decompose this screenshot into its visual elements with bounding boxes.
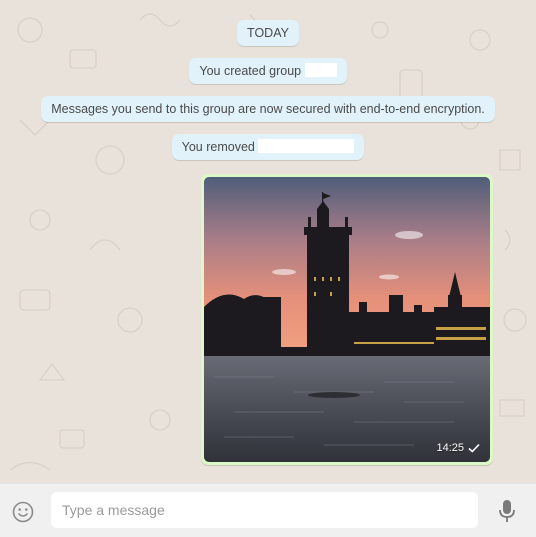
outgoing-image-message[interactable]: 14:25 [201,174,493,465]
created-group-bubble: You created group [189,58,347,84]
chat-panel: TODAY You created group Messages you sen… [0,0,536,483]
removed-text: You removed [181,140,255,154]
date-divider: TODAY [0,20,536,46]
system-message-removed: You removed [0,134,536,160]
message-photo[interactable]: 14:25 [204,177,490,462]
removed-bubble: You removed [171,134,365,160]
encryption-notice[interactable]: Messages you send to this group are now … [41,96,495,122]
message-input[interactable] [51,492,478,528]
system-message-encryption: Messages you send to this group are now … [0,96,536,122]
redacted-group-name [304,63,337,77]
message-time: 14:25 [436,442,464,454]
date-label: TODAY [237,20,299,46]
message-composer [0,483,536,537]
message-meta: 14:25 [436,442,480,454]
single-check-icon [468,443,480,453]
smiley-icon[interactable] [12,501,34,523]
created-group-text: You created group [199,64,302,78]
redacted-participant-name [258,139,355,153]
system-message-created-group: You created group [0,58,536,84]
microphone-icon[interactable] [497,499,517,523]
sunset-parliament-photo [204,177,490,462]
